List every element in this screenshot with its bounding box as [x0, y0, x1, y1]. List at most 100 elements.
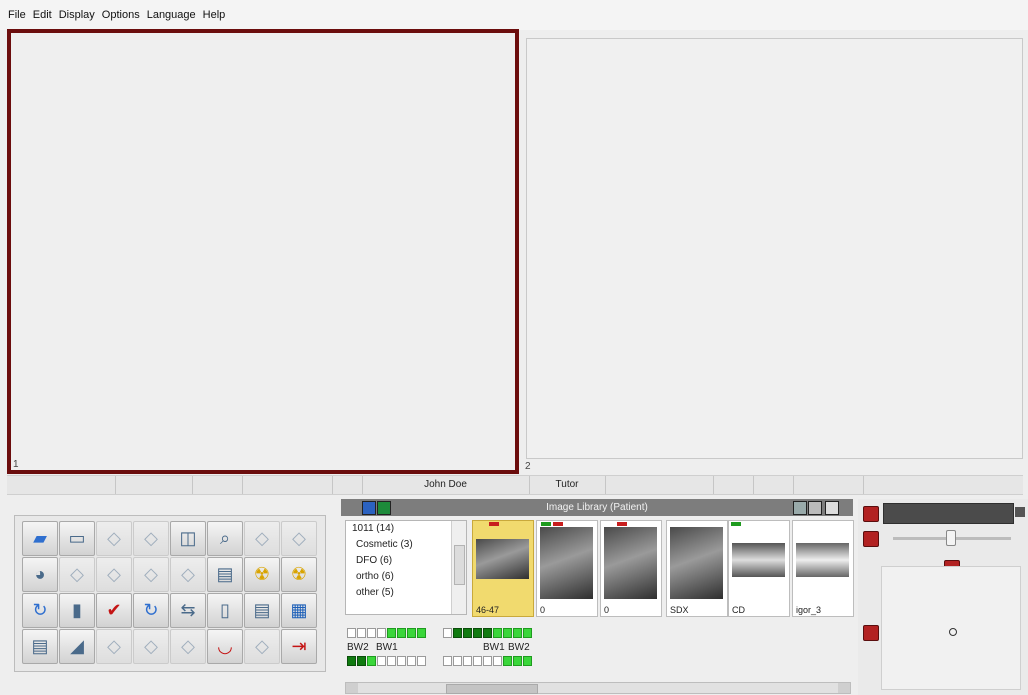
tooth-cell[interactable] — [463, 628, 472, 638]
tool-icon[interactable]: ◇ — [170, 629, 206, 664]
tooth-cell[interactable] — [443, 656, 452, 666]
transfer-icon[interactable]: ⇆ — [170, 593, 206, 628]
magnify-icon[interactable]: ⌕ — [207, 521, 243, 556]
panorama-icon[interactable]: ◢ — [59, 629, 95, 664]
menu-edit[interactable]: Edit — [33, 9, 52, 21]
tooth-cell[interactable] — [387, 656, 396, 666]
thumbnail[interactable]: SDX — [666, 520, 728, 617]
tooth-cell[interactable] — [417, 628, 426, 638]
colors-icon[interactable]: ◕ — [22, 557, 58, 592]
tooth-cell[interactable] — [357, 656, 366, 666]
library-settings-icon[interactable] — [825, 501, 839, 515]
tooth-cell[interactable] — [513, 656, 522, 666]
red-tool-icon[interactable] — [863, 625, 879, 641]
tooth-cell[interactable] — [483, 628, 492, 638]
library-export-icon[interactable] — [793, 501, 807, 515]
category-list[interactable]: 1011 (14) Cosmetic (3) DFO (6) ortho (6)… — [345, 520, 467, 615]
tooth-cell[interactable] — [483, 656, 492, 666]
tool-icon[interactable]: ◇ — [59, 557, 95, 592]
tooth-cell[interactable] — [407, 656, 416, 666]
tooth-cell[interactable] — [377, 656, 386, 666]
library-camera-icon[interactable] — [377, 501, 391, 515]
exit-icon[interactable]: ⇥ — [281, 629, 317, 664]
cube-icon[interactable]: ▰ — [22, 521, 58, 556]
tooth-cell[interactable] — [397, 628, 406, 638]
tool-icon[interactable]: ◇ — [96, 557, 132, 592]
tooth-cell[interactable] — [387, 628, 396, 638]
thumbnail[interactable]: 0 — [600, 520, 662, 617]
tool-icon[interactable]: ◇ — [244, 521, 280, 556]
tooth-cell[interactable] — [493, 656, 502, 666]
tooth-cell[interactable] — [493, 628, 502, 638]
network-icon[interactable]: ▦ — [281, 593, 317, 628]
rotate-icon[interactable]: ↻ — [22, 593, 58, 628]
radiation-icon[interactable]: ☢ — [244, 557, 280, 592]
rotate-icon[interactable]: ↻ — [133, 593, 169, 628]
category-item[interactable]: ortho (6) — [346, 569, 466, 585]
tool-icon[interactable]: ◇ — [96, 521, 132, 556]
menu-file[interactable]: File — [8, 9, 26, 21]
slider-knob[interactable] — [946, 530, 956, 546]
mouth-icon[interactable]: ◡ — [207, 629, 243, 664]
library-tool-icon[interactable] — [362, 501, 376, 515]
category-scrollbar[interactable] — [451, 521, 466, 614]
tool-icon[interactable]: ◇ — [96, 629, 132, 664]
tooth-cell[interactable] — [513, 628, 522, 638]
scroll-left-icon[interactable] — [346, 683, 358, 693]
menu-options[interactable]: Options — [102, 9, 140, 21]
thumbnail[interactable]: CD — [728, 520, 790, 617]
tooth-cell[interactable] — [473, 628, 482, 638]
viewport-right[interactable] — [526, 38, 1023, 459]
tool-icon[interactable]: ◇ — [133, 557, 169, 592]
file-icon[interactable]: ▯ — [207, 593, 243, 628]
bottle-icon[interactable]: ▮ — [59, 593, 95, 628]
tooth-cell[interactable] — [367, 656, 376, 666]
tooth-cell[interactable] — [473, 656, 482, 666]
navigator-box[interactable] — [881, 566, 1021, 690]
category-item[interactable]: 1011 (14) — [346, 521, 466, 537]
category-item[interactable]: DFO (6) — [346, 553, 466, 569]
document-icon[interactable]: ▤ — [244, 593, 280, 628]
red-tool-icon[interactable] — [863, 506, 879, 522]
menu-help[interactable]: Help — [203, 9, 226, 21]
thumbnail[interactable]: igor_3 — [792, 520, 854, 617]
tooth-cell[interactable] — [463, 656, 472, 666]
tool-icon[interactable]: ◇ — [281, 521, 317, 556]
tool-icon[interactable]: ◇ — [133, 521, 169, 556]
scanner-icon[interactable]: ▤ — [207, 557, 243, 592]
tooth-cell[interactable] — [347, 628, 356, 638]
tooth-cell[interactable] — [443, 628, 452, 638]
tooth-cell[interactable] — [453, 628, 462, 638]
small-tool-icon[interactable] — [1015, 507, 1025, 517]
color-swatch-bar[interactable] — [883, 503, 1014, 524]
thumbnail[interactable]: 46-47 — [472, 520, 534, 617]
tool-icon[interactable]: ◇ — [170, 557, 206, 592]
monitor-icon[interactable]: ▭ — [59, 521, 95, 556]
tooth-cell[interactable] — [523, 656, 532, 666]
thumbnail[interactable]: 0 — [536, 520, 598, 617]
tooth-cell[interactable] — [503, 656, 512, 666]
scanner-icon[interactable]: ▤ — [22, 629, 58, 664]
menu-display[interactable]: Display — [59, 9, 95, 21]
scroll-right-icon[interactable] — [838, 683, 850, 693]
category-item[interactable]: other (5) — [346, 585, 466, 601]
viewport-left[interactable]: 1 — [7, 29, 519, 474]
tooth-cell[interactable] — [523, 628, 532, 638]
scroll-thumb[interactable] — [446, 684, 538, 694]
red-tool-icon[interactable] — [863, 531, 879, 547]
menu-language[interactable]: Language — [147, 9, 196, 21]
tooth-cell[interactable] — [377, 628, 386, 638]
checkmark-icon[interactable]: ✔ — [96, 593, 132, 628]
radiation-icon[interactable]: ☢ — [281, 557, 317, 592]
screen-select-icon[interactable]: ◫ — [170, 521, 206, 556]
tooth-cell[interactable] — [367, 628, 376, 638]
tooth-cell[interactable] — [357, 628, 366, 638]
tooth-cell[interactable] — [417, 656, 426, 666]
library-select-icon[interactable] — [808, 501, 822, 515]
library-scrollbar[interactable] — [345, 682, 851, 694]
tooth-cell[interactable] — [397, 656, 406, 666]
tooth-cell[interactable] — [503, 628, 512, 638]
category-item[interactable]: Cosmetic (3) — [346, 537, 466, 553]
tooth-cell[interactable] — [407, 628, 416, 638]
tooth-cell[interactable] — [347, 656, 356, 666]
